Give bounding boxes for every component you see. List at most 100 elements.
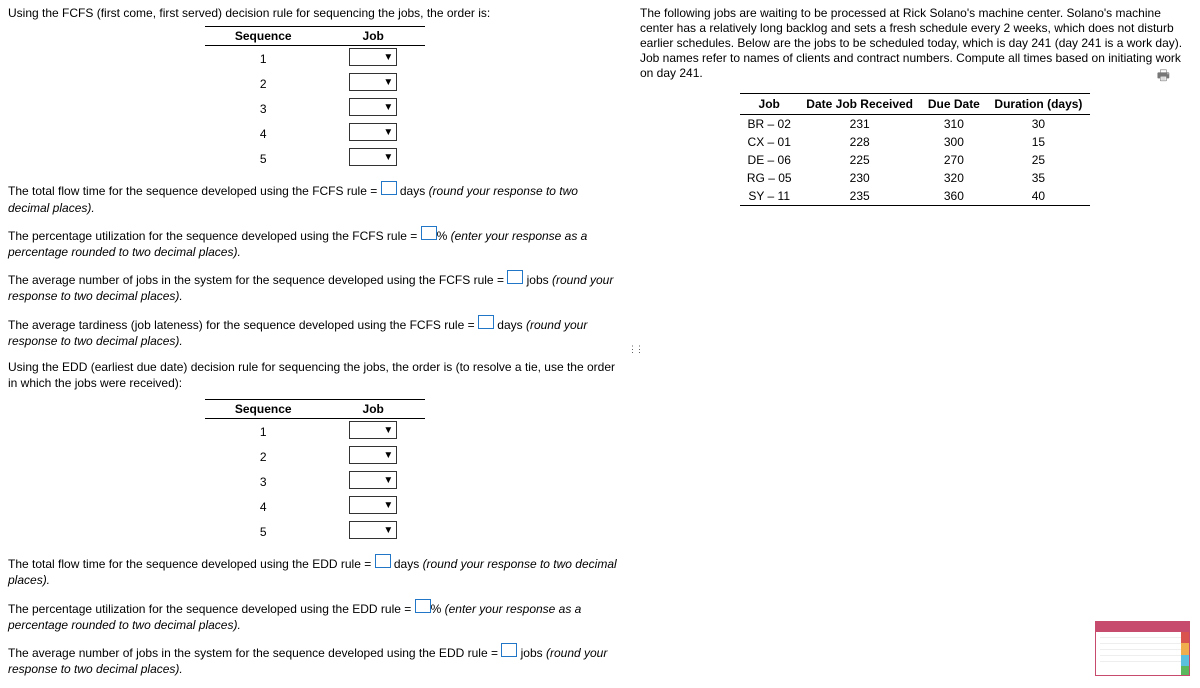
caret-down-icon: ▼	[383, 77, 393, 88]
cell: 35	[987, 169, 1090, 187]
edd-job-select-1[interactable]: ▼	[349, 421, 397, 439]
seq-num: 1	[205, 419, 322, 445]
fcfs-flow-time-question: The total flow time for the sequence dev…	[8, 181, 621, 215]
text: jobs	[523, 273, 552, 287]
pane-divider-handle[interactable]: ⋮⋮	[628, 340, 642, 358]
edd-utilization-input[interactable]	[415, 599, 431, 613]
text: The average number of jobs in the system…	[8, 273, 507, 287]
fcfs-job-select-4[interactable]: ▼	[349, 123, 397, 141]
edd-avg-jobs-input[interactable]	[501, 643, 517, 657]
edd-flow-time-question: The total flow time for the sequence dev…	[8, 554, 621, 588]
cell: CX – 01	[740, 133, 798, 151]
table-row: DE – 0622527025	[740, 151, 1090, 169]
caret-down-icon: ▼	[383, 525, 393, 536]
seq-num: 2	[205, 71, 322, 96]
seq-num: 5	[205, 146, 322, 171]
cell: 320	[921, 169, 987, 187]
job-col-header: Job	[322, 27, 425, 46]
fcfs-utilization-input[interactable]	[421, 226, 437, 240]
text: days	[397, 184, 429, 198]
text: %	[431, 602, 445, 616]
seq-num: 3	[205, 469, 322, 494]
cell: 270	[921, 151, 987, 169]
fcfs-utilization-question: The percentage utilization for the seque…	[8, 226, 621, 260]
fcfs-tardiness-input[interactable]	[478, 315, 494, 329]
th-duration: Duration (days)	[987, 94, 1090, 115]
text: The percentage utilization for the seque…	[8, 602, 415, 616]
seq-col-header: Sequence	[205, 27, 322, 46]
cell: 235	[798, 187, 920, 206]
cell: BR – 02	[740, 115, 798, 134]
job-col-header: Job	[322, 400, 425, 419]
text: days	[391, 557, 423, 571]
caret-down-icon: ▼	[383, 500, 393, 511]
text: The average number of jobs in the system…	[8, 646, 501, 660]
seq-num: 3	[205, 96, 322, 121]
edd-utilization-question: The percentage utilization for the seque…	[8, 599, 621, 633]
cell: RG – 05	[740, 169, 798, 187]
cell: 25	[987, 151, 1090, 169]
cell: DE – 06	[740, 151, 798, 169]
job-data-table: Job Date Job Received Due Date Duration …	[740, 93, 1090, 206]
text: The total flow time for the sequence dev…	[8, 557, 375, 571]
th-due: Due Date	[921, 94, 987, 115]
seq-num: 4	[205, 494, 322, 519]
cell: 225	[798, 151, 920, 169]
cell: 310	[921, 115, 987, 134]
cell: 30	[987, 115, 1090, 134]
seq-num: 4	[205, 121, 322, 146]
seq-num: 1	[205, 46, 322, 72]
edd-job-select-5[interactable]: ▼	[349, 521, 397, 539]
text: days	[494, 318, 526, 332]
text: The total flow time for the sequence dev…	[8, 184, 381, 198]
text: The average tardiness (job lateness) for…	[8, 318, 478, 332]
table-row: BR – 0223131030	[740, 115, 1090, 134]
fcfs-job-select-1[interactable]: ▼	[349, 48, 397, 66]
problem-description: The following jobs are waiting to be pro…	[640, 6, 1190, 81]
seq-num: 2	[205, 444, 322, 469]
seq-num: 5	[205, 519, 322, 544]
seq-col-header: Sequence	[205, 400, 322, 419]
fcfs-flow-time-input[interactable]	[381, 181, 397, 195]
fcfs-avg-jobs-input[interactable]	[507, 270, 523, 284]
fcfs-sequence-table: Sequence Job 1 ▼ 2 ▼ 3 ▼ 4 ▼ 5 ▼	[205, 26, 425, 171]
table-row: CX – 0122830015	[740, 133, 1090, 151]
th-job: Job	[740, 94, 798, 115]
caret-down-icon: ▼	[383, 425, 393, 436]
edd-sequence-table: Sequence Job 1 ▼ 2 ▼ 3 ▼ 4 ▼ 5 ▼	[205, 399, 425, 544]
cell: 360	[921, 187, 987, 206]
edd-job-select-4[interactable]: ▼	[349, 496, 397, 514]
edd-flow-time-input[interactable]	[375, 554, 391, 568]
edd-job-select-2[interactable]: ▼	[349, 446, 397, 464]
cell: 228	[798, 133, 920, 151]
text: %	[437, 229, 451, 243]
caret-down-icon: ▼	[383, 102, 393, 113]
cell: 300	[921, 133, 987, 151]
table-row: SY – 1123536040	[740, 187, 1090, 206]
th-received: Date Job Received	[798, 94, 920, 115]
fcfs-job-select-3[interactable]: ▼	[349, 98, 397, 116]
caret-down-icon: ▼	[383, 127, 393, 138]
print-icon[interactable]: 🖶	[1157, 65, 1170, 89]
caret-down-icon: ▼	[383, 450, 393, 461]
edd-job-select-3[interactable]: ▼	[349, 471, 397, 489]
caret-down-icon: ▼	[383, 52, 393, 63]
edd-avg-jobs-question: The average number of jobs in the system…	[8, 643, 621, 677]
fcfs-job-select-2[interactable]: ▼	[349, 73, 397, 91]
cell: 15	[987, 133, 1090, 151]
fcfs-avg-jobs-question: The average number of jobs in the system…	[8, 270, 621, 304]
text: jobs	[517, 646, 546, 660]
thumbnail-preview[interactable]	[1095, 621, 1190, 676]
caret-down-icon: ▼	[383, 475, 393, 486]
cell: 231	[798, 115, 920, 134]
edd-heading: Using the EDD (earliest due date) decisi…	[8, 359, 621, 391]
fcfs-tardiness-question: The average tardiness (job lateness) for…	[8, 315, 621, 349]
cell: 40	[987, 187, 1090, 206]
caret-down-icon: ▼	[383, 152, 393, 163]
cell: 230	[798, 169, 920, 187]
fcfs-job-select-5[interactable]: ▼	[349, 148, 397, 166]
fcfs-heading: Using the FCFS (first come, first served…	[8, 6, 621, 20]
text: The percentage utilization for the seque…	[8, 229, 421, 243]
cell: SY – 11	[740, 187, 798, 206]
table-row: RG – 0523032035	[740, 169, 1090, 187]
